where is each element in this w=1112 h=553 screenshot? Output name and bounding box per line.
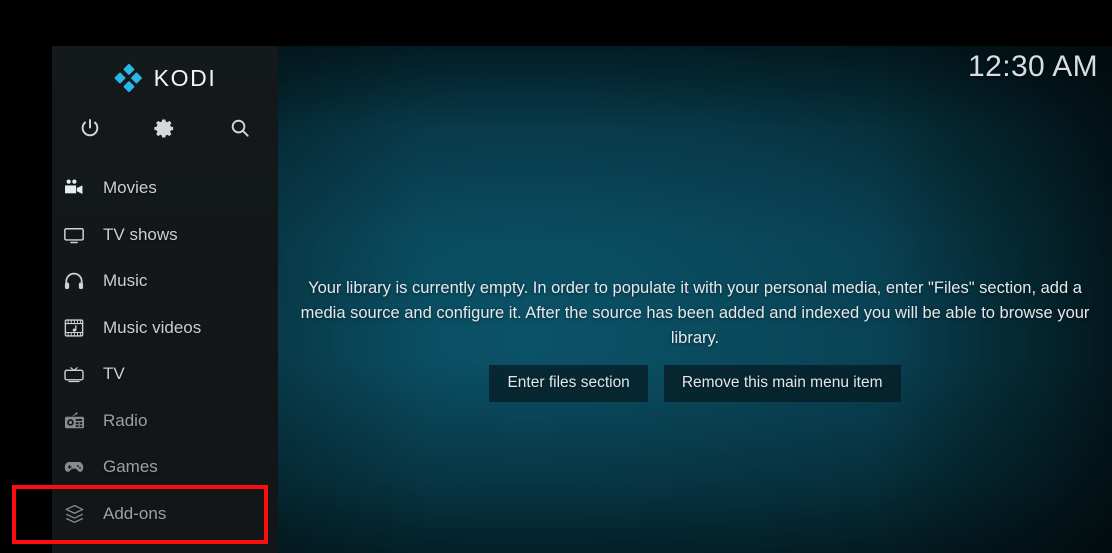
search-icon[interactable] — [203, 104, 278, 152]
app-logo: KODI — [52, 55, 278, 101]
sidebar-item-label: Add-ons — [103, 503, 167, 523]
kodi-logo-icon — [114, 63, 142, 93]
enter-files-section-button[interactable]: Enter files section — [489, 365, 648, 402]
sidebar-item-radio[interactable]: Radio — [52, 398, 278, 445]
sidebar-item-music[interactable]: Music — [52, 258, 278, 305]
addons-box-icon — [52, 503, 96, 525]
sidebar-item-label: Radio — [103, 410, 148, 430]
sidebar-item-partial[interactable] — [52, 537, 278, 553]
sidebar-item-label: Games — [103, 457, 158, 477]
radio-icon — [52, 410, 96, 432]
clock: 12:30 AM — [968, 50, 1098, 83]
gamepad-icon — [52, 456, 96, 478]
movie-camera-icon — [52, 177, 96, 199]
sidebar-item-label: Movies — [103, 178, 157, 198]
sidebar-item-label: Music videos — [103, 317, 202, 337]
headphones-icon — [52, 270, 96, 292]
empty-library-actions: Enter files section Remove this main men… — [278, 365, 1112, 402]
sidebar-item-add-ons[interactable]: Add-ons — [52, 491, 278, 538]
kodi-window: 12:30 AM Your library is currently empty… — [0, 0, 1112, 553]
settings-gear-icon[interactable] — [127, 104, 202, 152]
remove-main-menu-item-button[interactable]: Remove this main menu item — [663, 365, 901, 402]
sidebar-item-tv[interactable]: TV — [52, 351, 278, 398]
quick-action-bar — [52, 104, 278, 152]
power-icon[interactable] — [52, 104, 127, 152]
tv-antenna-icon — [52, 363, 96, 385]
empty-library-panel: Your library is currently empty. In orde… — [278, 276, 1112, 402]
empty-library-message: Your library is currently empty. In orde… — [300, 279, 1090, 347]
partial-item-icon — [52, 549, 96, 553]
sidebar-item-label: TV — [103, 364, 125, 384]
app-logo-text: KODI — [153, 64, 217, 91]
sidebar: KODI Movies TV shows Music Music videos … — [52, 46, 278, 553]
sidebar-item-movies[interactable]: Movies — [52, 165, 278, 212]
sidebar-item-label: Music — [103, 271, 148, 291]
television-icon — [52, 224, 96, 246]
sidebar-item-music-videos[interactable]: Music videos — [52, 305, 278, 352]
sidebar-item-tv-shows[interactable]: TV shows — [52, 212, 278, 259]
main-menu: Movies TV shows Music Music videos TV Ra… — [52, 165, 278, 553]
sidebar-item-label: TV shows — [103, 224, 178, 244]
sidebar-item-games[interactable]: Games — [52, 444, 278, 491]
music-video-icon — [52, 317, 96, 339]
